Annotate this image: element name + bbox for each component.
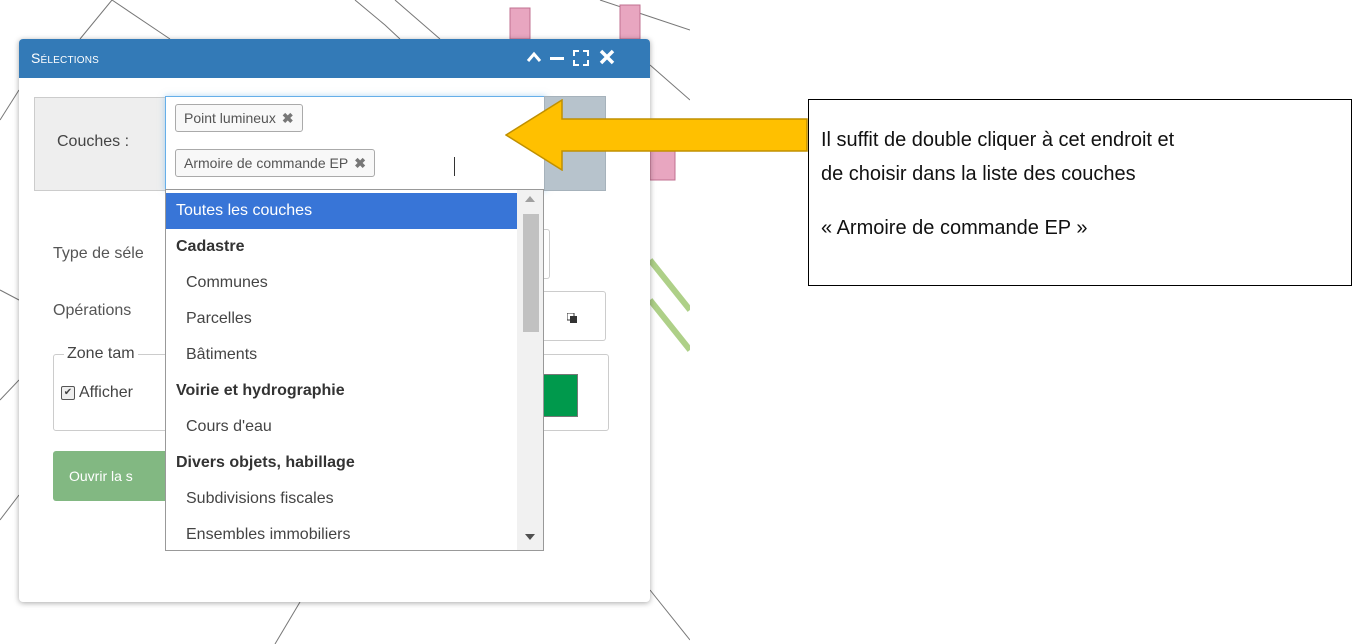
text-cursor [454,157,455,176]
expand-icon[interactable] [572,49,590,72]
dropdown-group-divers[interactable]: Divers objets, habillage [166,445,517,481]
layer-tag[interactable]: Armoire de commande EP ✖ [175,149,375,177]
dropdown-item[interactable]: Ensembles immobiliers [166,517,517,550]
copy-button[interactable] [539,291,606,341]
close-icon[interactable] [599,49,615,70]
dropdown-group-voirie[interactable]: Voirie et hydrographie [166,373,517,409]
dropdown-item-all-layers[interactable]: Toutes les couches [166,193,517,229]
buffer-zone-legend: Zone tam [64,345,138,363]
scroll-up-icon[interactable] [525,196,535,202]
dropdown-item[interactable]: Cours d'eau [166,409,517,445]
operations-label: Opérations [53,302,132,319]
open-selection-button[interactable]: Ouvrir la s [53,451,171,501]
dropdown-item[interactable]: Communes [166,265,517,301]
checkmark-icon[interactable]: ✔ [61,385,75,400]
layer-tag-label: Point lumineux [184,110,276,126]
panel-titlebar[interactable]: Sélections [19,39,650,78]
layers-dropdown[interactable]: Toutes les couches Cadastre Communes Par… [165,189,544,551]
chevron-up-icon[interactable] [526,49,542,70]
layer-tag[interactable]: Point lumineux ✖ [175,104,303,132]
dropdown-item[interactable]: Bâtiments [166,337,517,373]
callout-line-1: Il suffit de double cliquer à cet endroi… [821,129,1175,151]
scroll-down-icon[interactable] [525,534,535,540]
show-buffer-checkbox[interactable]: ✔ Afficher [61,384,133,402]
layers-label-box: Couches : [34,97,166,191]
selection-type-label: Type de séle [53,245,144,262]
dropdown-item[interactable]: Parcelles [166,301,517,337]
instruction-callout: Il suffit de double cliquer à cet endroi… [808,99,1352,286]
layers-select-input[interactable]: Point lumineux ✖ Armoire de commande EP ✖ [165,96,546,191]
show-buffer-label: Afficher [79,384,133,401]
buffer-color-swatch[interactable] [539,374,578,417]
layer-tag-label: Armoire de commande EP [184,155,349,171]
annotation-arrow-icon [505,99,808,171]
panel-title: Sélections [31,50,100,66]
scrollbar-thumb[interactable] [523,214,539,332]
dropdown-group-cadastre[interactable]: Cadastre [166,229,517,265]
remove-tag-icon[interactable]: ✖ [354,155,366,171]
copy-icon [566,310,577,328]
remove-tag-icon[interactable]: ✖ [282,110,294,126]
minimize-icon[interactable] [549,49,565,70]
dropdown-scrollbar[interactable] [517,190,543,550]
callout-line-3: « Armoire de commande EP » [821,217,1088,239]
callout-line-2: de choisir dans la liste des couches [821,163,1136,185]
layers-label: Couches : [57,133,130,150]
dropdown-item[interactable]: Subdivisions fiscales [166,481,517,517]
